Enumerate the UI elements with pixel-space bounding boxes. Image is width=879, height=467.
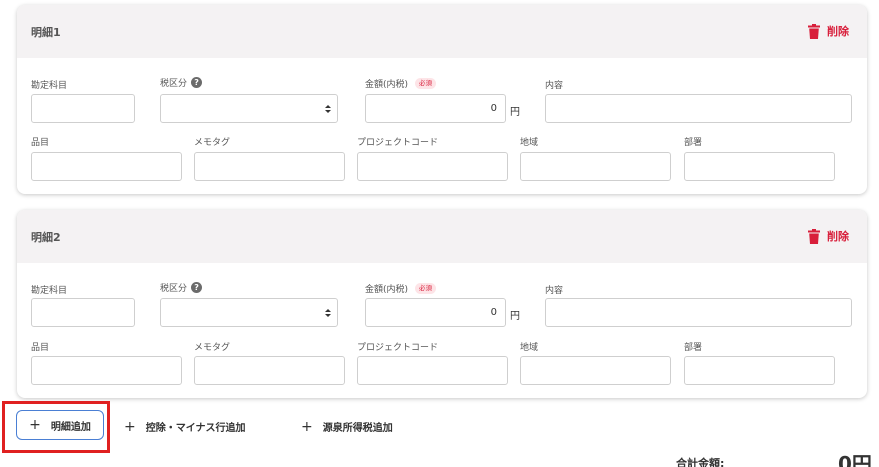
item-label: 品目 — [31, 138, 50, 148]
amount-input[interactable]: 0 — [365, 94, 506, 123]
content-label: 内容 — [545, 81, 564, 91]
amount-label-row: 金額(内税) 必須 — [365, 77, 437, 90]
add-withholding-tax-label: 源泉所得税追加 — [322, 423, 393, 434]
item-input[interactable] — [31, 356, 182, 385]
add-deduction-label: 控除・マイナス行追加 — [145, 423, 246, 434]
project-code-label: プロジェクトコード — [357, 138, 439, 148]
trash-icon — [808, 23, 820, 39]
line-item-header: 明細2 削除 — [17, 210, 867, 263]
department-input[interactable] — [684, 356, 835, 385]
delete-line-item-button[interactable]: 削除 — [808, 23, 849, 39]
amount-input[interactable]: 0 — [365, 298, 506, 327]
line-item-card-1: 明細1 削除 勘定科目 税区分 ? 金額(内税) 必須 内容 0 円 品目 メモ… — [17, 5, 867, 194]
add-withholding-tax-button[interactable]: + 源泉所得税追加 — [301, 418, 393, 435]
memo-tag-label: メモタグ — [194, 138, 231, 148]
department-label: 部署 — [684, 138, 703, 148]
amount-label: 金額(内税) — [365, 285, 409, 295]
add-deduction-button[interactable]: + 控除・マイナス行追加 — [124, 418, 246, 435]
question-circle-icon[interactable]: ? — [191, 77, 203, 88]
trash-icon — [808, 228, 820, 244]
line-item-header: 明細1 削除 — [17, 5, 867, 58]
amount-label: 金額(内税) — [365, 80, 409, 90]
project-code-input[interactable] — [357, 356, 508, 385]
line-item-title: 明細2 — [31, 231, 61, 244]
content-input[interactable] — [545, 94, 852, 123]
required-badge: 必須 — [415, 78, 437, 89]
tax-label-row: 税区分 ? — [160, 281, 203, 294]
line-item-card-2: 明細2 削除 勘定科目 税区分 ? 金額(内税) 必須 内容 0 円 品目 メモ… — [17, 210, 867, 398]
memo-tag-input[interactable] — [194, 152, 345, 181]
department-label: 部署 — [684, 343, 703, 353]
content-input[interactable] — [545, 298, 852, 327]
department-input[interactable] — [684, 152, 835, 181]
region-input[interactable] — [520, 152, 671, 181]
line-item-title: 明細1 — [31, 26, 61, 39]
plus-icon: + — [124, 418, 136, 435]
project-code-input[interactable] — [357, 152, 508, 181]
tax-select[interactable] — [160, 94, 338, 123]
currency-unit: 円 — [510, 311, 520, 322]
highlight-box — [2, 401, 110, 453]
region-label: 地域 — [520, 138, 539, 148]
chevron-updown-icon — [325, 309, 331, 317]
item-input[interactable] — [31, 152, 182, 181]
currency-unit: 円 — [510, 107, 520, 118]
question-circle-icon[interactable]: ? — [191, 282, 203, 293]
tax-label-row: 税区分 ? — [160, 76, 203, 89]
tax-label: 税区分 — [160, 79, 188, 89]
item-label: 品目 — [31, 343, 50, 353]
memo-tag-label: メモタグ — [194, 343, 231, 353]
required-badge: 必須 — [415, 283, 437, 294]
chevron-updown-icon — [325, 105, 331, 113]
total-amount-value: 0円 — [838, 452, 872, 467]
account-label: 勘定科目 — [31, 286, 68, 296]
total-amount-label: 合計金額: — [676, 457, 725, 467]
amount-label-row: 金額(内税) 必須 — [365, 282, 437, 295]
tax-label: 税区分 — [160, 284, 188, 294]
delete-line-item-button[interactable]: 削除 — [808, 228, 849, 244]
content-label: 内容 — [545, 286, 564, 296]
memo-tag-input[interactable] — [194, 356, 345, 385]
region-label: 地域 — [520, 343, 539, 353]
plus-icon: + — [301, 418, 313, 435]
account-input[interactable] — [31, 94, 135, 123]
tax-select[interactable] — [160, 298, 338, 327]
delete-label: 削除 — [827, 230, 849, 243]
region-input[interactable] — [520, 356, 671, 385]
project-code-label: プロジェクトコード — [357, 343, 439, 353]
account-input[interactable] — [31, 298, 135, 327]
delete-label: 削除 — [827, 25, 849, 38]
account-label: 勘定科目 — [31, 81, 68, 91]
